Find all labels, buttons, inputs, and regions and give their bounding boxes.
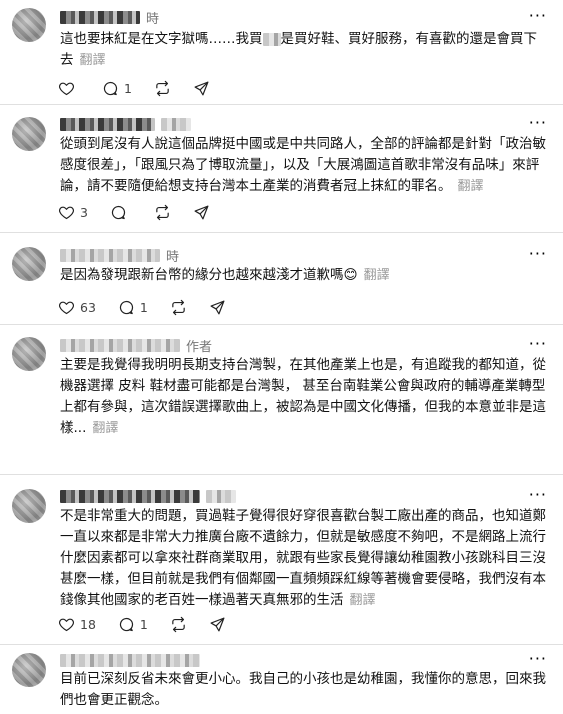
like-button[interactable] xyxy=(58,80,80,97)
comment-icon xyxy=(111,205,126,219)
send-icon xyxy=(194,81,209,95)
repost-icon xyxy=(156,204,169,220)
share-button[interactable] xyxy=(193,204,210,221)
username[interactable] xyxy=(60,117,155,131)
repost-icon xyxy=(156,80,169,96)
smile-emoji: 😊 xyxy=(343,267,358,283)
heart-icon xyxy=(58,82,75,95)
username[interactable] xyxy=(60,248,160,262)
more-options-icon[interactable]: ··· xyxy=(529,244,547,263)
username[interactable] xyxy=(60,338,180,352)
username[interactable] xyxy=(60,489,200,503)
reply-button[interactable]: 1 xyxy=(118,616,148,633)
share-button[interactable] xyxy=(209,616,226,633)
comment-header: 作者 xyxy=(60,336,213,355)
comment-icon xyxy=(119,617,134,631)
action-bar: 3 xyxy=(58,202,210,222)
like-button[interactable]: 63 xyxy=(58,299,96,316)
comment-6: ··· 目前已深刻反省未來會更小心。我自己的小孩也是幼稚園，我懂你的意思，回來我… xyxy=(0,645,563,714)
reply-button[interactable]: 1 xyxy=(102,80,132,97)
heart-icon xyxy=(58,206,75,219)
timestamp: 時 xyxy=(146,11,160,27)
send-icon xyxy=(194,205,209,219)
translate-link[interactable]: 翻譯 xyxy=(92,421,118,436)
comment-header: 時 xyxy=(60,246,180,265)
repost-button[interactable] xyxy=(154,204,171,221)
comment-header xyxy=(60,651,200,669)
send-icon xyxy=(210,617,225,631)
comment-header: 時 xyxy=(60,8,160,27)
comment-header xyxy=(60,487,236,505)
author-badge: 作者 xyxy=(186,339,213,355)
comment-3: 時 ··· 是因為發現跟新台幣的緣分也越來越淺才道歉嗎😊 翻譯 63 1 xyxy=(0,233,563,325)
comment-header xyxy=(60,115,191,133)
repost-icon xyxy=(172,616,185,632)
comment-2: ··· 從頭到尾沒有人說這個品牌挺中國或是中共同路人，全部的評論都是針對「政治敏… xyxy=(0,105,563,233)
like-button[interactable]: 3 xyxy=(58,204,88,221)
action-bar: 1 xyxy=(58,78,210,98)
action-bar: 18 1 xyxy=(58,614,226,634)
send-icon xyxy=(210,300,225,314)
timestamp: 時 xyxy=(166,249,180,265)
repost-button[interactable] xyxy=(170,616,187,633)
share-button[interactable] xyxy=(209,299,226,316)
comment-text: 目前已深刻反省未來會更小心。我自己的小孩也是幼稚園，我懂你的意思，回來我們也會更… xyxy=(60,671,546,708)
comment-icon xyxy=(103,81,118,95)
translate-link[interactable]: 翻譯 xyxy=(458,179,484,194)
avatar[interactable] xyxy=(12,653,46,687)
more-options-icon[interactable]: ··· xyxy=(529,649,547,668)
username[interactable] xyxy=(60,10,140,24)
reply-button[interactable]: 1 xyxy=(118,299,148,316)
comment-text: 不是非常重大的問題，買過鞋子覺得很好穿很喜歡台製工廠出產的商品，也知道鄭一直以來… xyxy=(60,508,546,608)
translate-link[interactable]: 翻譯 xyxy=(80,53,106,68)
avatar[interactable] xyxy=(12,489,46,523)
share-button[interactable] xyxy=(193,80,210,97)
comment-text: 從頭到尾沒有人說這個品牌挺中國或是中共同路人，全部的評論都是針對「政治敏感度很差… xyxy=(60,136,546,194)
comment-text: 是因為發現跟新台幣的緣分也越來越淺才道歉嗎😊 翻譯 xyxy=(60,267,390,283)
heart-icon xyxy=(58,618,75,631)
username[interactable] xyxy=(60,653,200,667)
avatar[interactable] xyxy=(12,8,46,42)
more-options-icon[interactable]: ··· xyxy=(529,113,547,132)
more-options-icon[interactable]: ··· xyxy=(529,485,547,504)
comment-4: 作者 ··· 主要是我覺得我明明長期支持台灣製，在其他產業上也是，有追蹤我的都知… xyxy=(0,325,563,475)
comment-icon xyxy=(119,300,134,314)
reply-button[interactable] xyxy=(110,204,132,221)
more-options-icon[interactable]: ··· xyxy=(529,6,547,25)
translate-link[interactable]: 翻譯 xyxy=(364,268,390,283)
comment-text: 主要是我覺得我明明長期支持台灣製，在其他產業上也是，有追蹤我的都知道，從機器選擇… xyxy=(60,357,546,436)
comment-5: ··· 不是非常重大的問題，買過鞋子覺得很好穿很喜歡台製工廠出產的商品，也知道鄭… xyxy=(0,475,563,645)
avatar[interactable] xyxy=(12,337,46,371)
avatar[interactable] xyxy=(12,247,46,281)
repost-button[interactable] xyxy=(170,299,187,316)
translate-link[interactable]: 翻譯 xyxy=(350,593,376,608)
more-options-icon[interactable]: ··· xyxy=(529,334,547,353)
avatar[interactable] xyxy=(12,117,46,151)
heart-icon xyxy=(58,301,75,314)
comment-text: 這也要抹紅是在文字獄嗎……我買 是買好鞋、買好服務，有喜歡的還是會買下去 翻譯 xyxy=(60,31,537,68)
action-bar: 63 1 xyxy=(58,297,226,317)
like-button[interactable]: 18 xyxy=(58,616,96,633)
comment-1: 時 ··· 這也要抹紅是在文字獄嗎……我買 是買好鞋、買好服務，有喜歡的還是會買下… xyxy=(0,0,563,105)
repost-button[interactable] xyxy=(154,80,171,97)
repost-icon xyxy=(172,299,185,315)
